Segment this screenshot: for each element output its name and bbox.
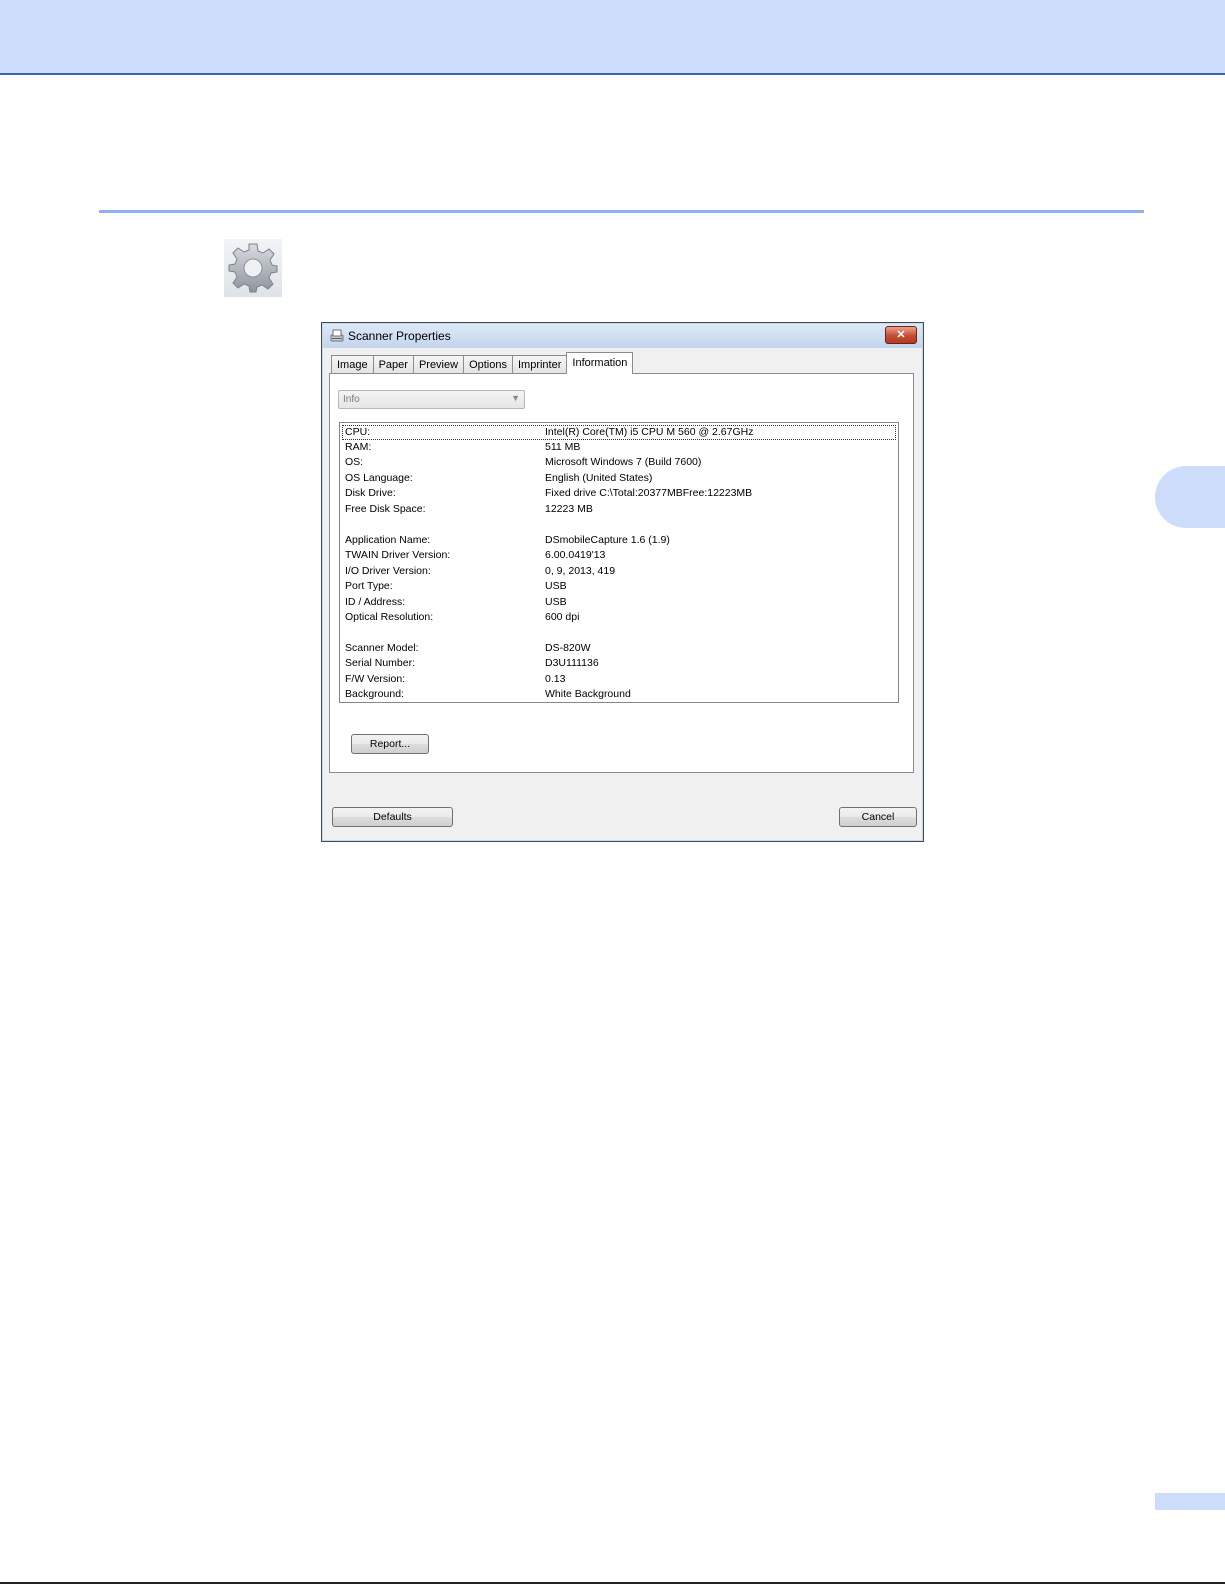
tab-preview[interactable]: Preview xyxy=(412,355,465,374)
list-item[interactable]: Optical Resolution: 600 dpi xyxy=(342,610,896,625)
list-item[interactable]: I/O Driver Version: 0, 9, 2013, 419 xyxy=(342,564,896,579)
list-item[interactable]: OS: Microsoft Windows 7 (Build 7600) xyxy=(342,455,896,470)
tab-paper[interactable]: Paper xyxy=(372,355,414,374)
scanner-icon xyxy=(329,328,345,344)
info-key: Disk Drive: xyxy=(345,487,396,499)
info-value: White Background xyxy=(545,688,631,700)
info-key: CPU: xyxy=(345,426,371,438)
bottom-rule xyxy=(0,1582,1225,1584)
info-value: Intel(R) Core(TM) i5 CPU M 560 @ 2.67GHz xyxy=(545,426,754,438)
info-key: Optical Resolution: xyxy=(345,611,434,623)
list-item[interactable]: Serial Number: D3U111136 xyxy=(342,656,896,671)
cancel-button[interactable]: Cancel xyxy=(839,807,917,827)
list-item[interactable]: CPU: Intel(R) Core(TM) i5 CPU M 560 @ 2.… xyxy=(342,425,896,440)
list-item[interactable]: TWAIN Driver Version: 6.00.0419'13 xyxy=(342,548,896,563)
close-icon: ✕ xyxy=(896,328,906,341)
info-key: OS Language: xyxy=(345,472,413,484)
info-key: Background: xyxy=(345,688,404,700)
tab-imprinter[interactable]: Imprinter xyxy=(511,355,568,374)
list-item[interactable]: Application Name: DSmobileCapture 1.6 (1… xyxy=(342,533,896,548)
list-item[interactable]: Background: White Background xyxy=(342,687,896,702)
info-key: Serial Number: xyxy=(345,657,416,669)
info-key: Application Name: xyxy=(345,534,431,546)
info-key: F/W Version: xyxy=(345,673,406,685)
tab-image[interactable]: Image xyxy=(331,355,374,374)
information-panel: Info ▼ CPU: Intel(R) Core(TM) i5 CPU M 5… xyxy=(329,373,914,773)
info-value: 511 MB xyxy=(545,441,581,453)
info-value: D3U111136 xyxy=(545,657,599,669)
info-value: 12223 MB xyxy=(545,503,593,515)
defaults-button[interactable]: Defaults xyxy=(332,807,453,827)
list-item[interactable]: F/W Version: 0.13 xyxy=(342,672,896,687)
info-value: 0, 9, 2013, 419 xyxy=(545,565,616,577)
list-item[interactable]: OS Language: English (United States) xyxy=(342,471,896,486)
info-dropdown-value: Info xyxy=(343,394,360,405)
info-key: I/O Driver Version: xyxy=(345,565,431,577)
tab-strip: Image Paper Preview Options Imprinter In… xyxy=(331,352,634,374)
list-item[interactable]: Disk Drive: Fixed drive C:\Total:20377MB… xyxy=(342,486,896,501)
info-key: ID / Address: xyxy=(345,596,406,608)
info-value: Fixed drive C:\Total:20377MBFree:12223MB xyxy=(545,487,753,499)
section-divider xyxy=(99,210,1144,213)
info-key: Free Disk Space: xyxy=(345,503,426,515)
tab-options[interactable]: Options xyxy=(463,355,513,374)
list-item[interactable]: Port Type: USB xyxy=(342,579,896,594)
info-key: Scanner Model: xyxy=(345,642,419,654)
info-value: USB xyxy=(545,596,567,608)
tab-information[interactable]: Information xyxy=(566,352,634,374)
info-dropdown[interactable]: Info ▼ xyxy=(338,390,525,409)
info-value: USB xyxy=(545,580,567,592)
top-banner xyxy=(0,0,1225,75)
info-key: OS: xyxy=(345,456,364,468)
list-item[interactable]: RAM: 511 MB xyxy=(342,440,896,455)
gear-icon xyxy=(224,239,282,297)
dialog-titlebar[interactable]: Scanner Properties ✕ xyxy=(323,324,922,348)
info-value: DSmobileCapture 1.6 (1.9) xyxy=(545,534,670,546)
list-item[interactable]: Free Disk Space: 12223 MB xyxy=(342,502,896,517)
report-button[interactable]: Report... xyxy=(351,734,429,754)
list-item[interactable] xyxy=(342,517,896,532)
info-key: RAM: xyxy=(345,441,372,453)
page-number-tab xyxy=(1155,1493,1225,1510)
list-item[interactable]: Scanner Model: DS-820W xyxy=(342,641,896,656)
list-item[interactable] xyxy=(342,626,896,641)
info-key: TWAIN Driver Version: xyxy=(345,549,451,561)
scanner-properties-dialog: Scanner Properties ✕ Image Paper Preview… xyxy=(321,322,924,842)
info-value: 6.00.0419'13 xyxy=(545,549,606,561)
info-value: DS-820W xyxy=(545,642,591,654)
list-item[interactable]: ID / Address: USB xyxy=(342,595,896,610)
close-button[interactable]: ✕ xyxy=(885,326,917,344)
chevron-down-icon: ▼ xyxy=(511,393,520,403)
info-key: Port Type: xyxy=(345,580,393,592)
info-list[interactable]: CPU: Intel(R) Core(TM) i5 CPU M 560 @ 2.… xyxy=(339,422,899,703)
info-value: Microsoft Windows 7 (Build 7600) xyxy=(545,456,702,468)
info-value: English (United States) xyxy=(545,472,653,484)
chapter-side-tab xyxy=(1155,466,1225,528)
info-value: 600 dpi xyxy=(545,611,580,623)
info-value: 0.13 xyxy=(545,673,566,685)
dialog-title: Scanner Properties xyxy=(348,329,451,343)
